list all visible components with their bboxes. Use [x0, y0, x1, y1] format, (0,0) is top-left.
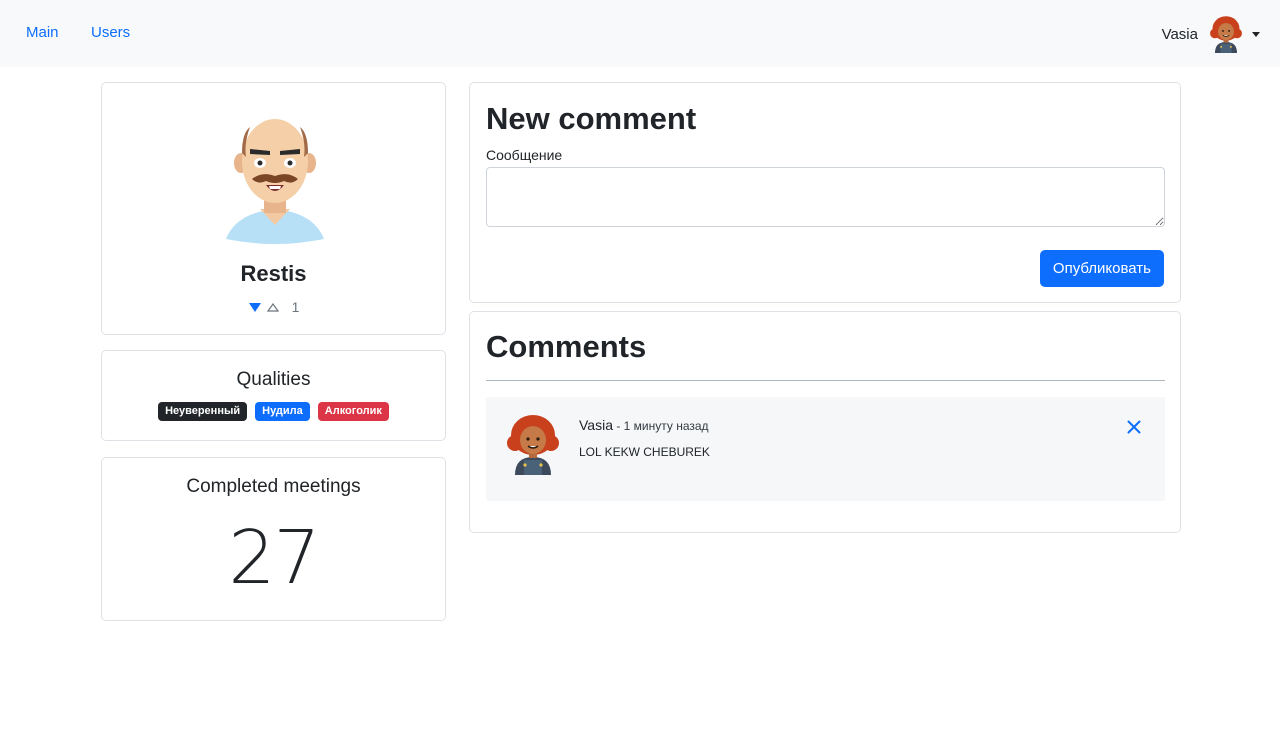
new-comment-title: New comment: [486, 101, 697, 136]
divider: [486, 380, 1165, 381]
profile-name: Restis: [240, 261, 307, 286]
avatar-mustache-man-icon: [226, 119, 324, 244]
qualities-card: Qualities Неуверенный Нудила Алкоголик: [101, 350, 446, 441]
quality-badge: Неуверенный: [158, 402, 248, 421]
qualities-badges: Неуверенный Нудила Алкоголик: [102, 402, 445, 421]
meetings-card: Completed meetings 27: [101, 457, 446, 621]
nav-link-users[interactable]: Users: [91, 24, 130, 41]
user-menu-dropdown[interactable]: Vasia: [1162, 14, 1260, 54]
rating-value: 1: [291, 299, 300, 315]
comment-author[interactable]: Vasia: [579, 417, 613, 433]
message-label: Сообщение: [486, 147, 563, 163]
avatar-girl-icon: [1210, 16, 1242, 53]
triangle-up-outline-icon[interactable]: [266, 301, 280, 313]
comment-item: Vasia - 1 минуту назад LOL KEKW CHEBUREK: [486, 397, 1165, 501]
comments-card: Comments Vasia - 1 минуту назад LOL KEKW…: [469, 311, 1181, 533]
top-navbar: Main Users Vasia: [0, 0, 1280, 67]
profile-card: Restis 1: [101, 82, 446, 335]
publish-button[interactable]: Опубликовать: [1039, 250, 1164, 287]
avatar-girl-icon: [507, 415, 559, 475]
comment-time: - 1 минуту назад: [612, 419, 709, 433]
message-textarea[interactable]: [486, 167, 1165, 227]
comment-header: Vasia - 1 минуту назад: [579, 417, 709, 433]
comments-title: Comments: [486, 329, 647, 364]
nav-link-main[interactable]: Main: [26, 24, 59, 41]
meetings-count: 27: [228, 515, 320, 601]
chevron-down-icon: [1252, 31, 1260, 37]
triangle-down-filled-icon[interactable]: [248, 301, 262, 313]
meetings-title: Completed meetings: [186, 476, 361, 497]
qualities-title: Qualities: [236, 369, 311, 390]
user-name: Vasia: [1161, 25, 1198, 43]
close-icon[interactable]: [1127, 420, 1141, 434]
quality-badge: Алкоголик: [317, 402, 389, 421]
quality-badge: Нудила: [255, 402, 310, 421]
rating: 1: [102, 299, 445, 315]
comment-text: LOL KEKW CHEBUREK: [579, 445, 710, 459]
new-comment-card: New comment Сообщение Опубликовать: [469, 82, 1181, 303]
